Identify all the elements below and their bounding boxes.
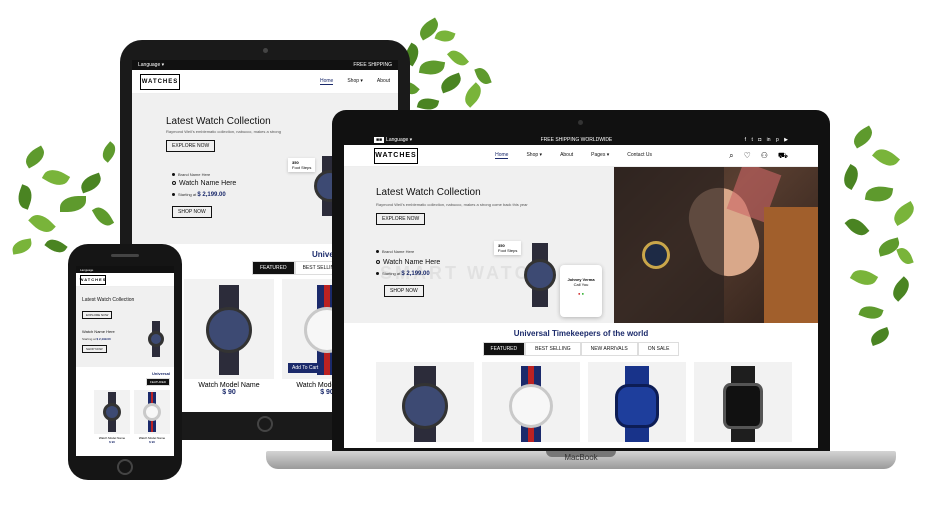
product-card[interactable]: Watch Model Name $ 90 [94, 390, 130, 444]
tablet-nav: WATCHES Home Shop ▾ About [132, 70, 398, 94]
site-logo[interactable]: WATCHES [140, 73, 180, 90]
tablet-home-button [257, 416, 273, 432]
phone-tabs: FEATURED [76, 378, 174, 386]
product-card[interactable] [694, 362, 792, 442]
pinterest-icon[interactable]: p [776, 137, 779, 143]
cart-icon[interactable]: ⛟ [778, 151, 788, 161]
nav-home[interactable]: Home [319, 78, 334, 85]
tablet-menu: Home Shop ▾ About [319, 78, 390, 85]
language-selector[interactable]: Language [80, 268, 93, 272]
tab-best-selling[interactable]: BEST SELLING [525, 342, 581, 356]
shipping-banner: FREE SHIPPING WORLDWIDE [540, 136, 613, 143]
tab-on-sale[interactable]: ON SALE [637, 342, 680, 356]
nav-shop[interactable]: Shop ▾ [526, 152, 542, 159]
tab-featured[interactable]: FEATURED [252, 261, 295, 275]
product-card[interactable]: Watch Model Name $ 90 [134, 390, 170, 444]
hero-lifestyle-photo [614, 167, 818, 323]
hero-watch-image [146, 321, 166, 357]
tab-featured[interactable]: FEATURED [146, 378, 170, 386]
search-icon[interactable]: ⌕ [729, 151, 733, 161]
product-name[interactable]: Watch Model Name [184, 382, 274, 389]
tab-new-arrivals[interactable]: NEW ARRIVALS [580, 342, 638, 356]
language-selector[interactable]: Language ▾ [138, 62, 164, 68]
laptop-nav: WATCHES Home Shop ▾ About Pages ▾ Contac… [344, 145, 818, 167]
phone-topbar: Language [76, 266, 174, 273]
site-logo[interactable]: WATCHES [374, 147, 418, 164]
laptop-base: MacBook [266, 451, 896, 469]
language-selector[interactable]: ■■ Language ▾ [374, 136, 412, 143]
watch-name: Watch Name Here [82, 329, 115, 334]
explore-button[interactable]: EXPLORE NOW [166, 140, 216, 152]
steps-widget: 350 Foot Steps [494, 241, 522, 255]
youtube-icon[interactable]: ▶ [784, 137, 788, 143]
incoming-call-widget: Johney Verma Call You ● ● [560, 265, 602, 317]
shop-now-button[interactable]: SHOP NOW [172, 206, 212, 218]
explore-button[interactable]: EXPLORE NOW [82, 311, 113, 319]
phone-home-button [117, 459, 133, 475]
flag-icon: ■■ [374, 136, 385, 143]
nav-shop[interactable]: Shop ▾ [347, 78, 363, 85]
brand-label: Brand Name Here [172, 172, 210, 177]
starting-at: Starting at $ 2,199.00 [172, 192, 226, 198]
facebook-icon[interactable]: f [745, 137, 746, 143]
accept-call-icon[interactable]: ● [582, 291, 584, 296]
laptop-screen: ■■ Language ▾ FREE SHIPPING WORLDWIDE f t… [344, 134, 818, 448]
add-to-cart-button[interactable]: Add To Cart [288, 363, 323, 373]
tab-featured[interactable]: FEATURED [482, 342, 526, 356]
nav-about[interactable]: About [377, 78, 390, 85]
laptop-menu: Home Shop ▾ About Pages ▾ Contact Us [495, 152, 652, 159]
section-title: Universal Timekeepers of the world [513, 329, 649, 338]
nav-contact[interactable]: Contact Us [627, 152, 652, 159]
laptop-topbar: ■■ Language ▾ FREE SHIPPING WORLDWIDE f t… [344, 134, 818, 145]
watch-name: Watch Name Here [172, 180, 236, 187]
laptop-product-grid [344, 356, 818, 442]
shop-now-button[interactable]: SHOP NOW [384, 285, 424, 297]
showcase-stage: Language ▾ FREE SHIPPING WATCHES Home Sh… [0, 0, 936, 508]
product-price: $ 90 [149, 440, 155, 444]
product-card[interactable] [376, 362, 474, 442]
header-actions: ⌕ ♡ ⚇ ⛟ [729, 151, 788, 161]
phone-nav: WATCHES [76, 273, 174, 287]
product-price: $ 90 [109, 440, 115, 444]
laptop-tabs: FEATURED BEST SELLING NEW ARRIVALS ON SA… [344, 342, 818, 356]
hero-title: Latest Watch Collection [82, 297, 135, 303]
nav-pages[interactable]: Pages ▾ [591, 152, 609, 159]
explore-button[interactable]: EXPLORE NOW [376, 213, 426, 225]
shop-now-button[interactable]: SHOP NOW [82, 345, 107, 353]
laptop-brand-label: MacBook [564, 453, 598, 462]
phone-screen: Language WATCHES Latest Watch Collection… [76, 266, 174, 456]
starting-at: Starting at $ 2,199.00 [82, 337, 111, 341]
tablet-camera [263, 48, 268, 53]
product-price: $ 90 [222, 389, 236, 396]
phone-hero: Latest Watch Collection EXPLORE NOW Watc… [76, 287, 174, 367]
instagram-icon[interactable]: ◘ [758, 137, 761, 143]
hero-watch-image [520, 243, 560, 307]
product-card[interactable] [482, 362, 580, 442]
account-icon[interactable]: ⚇ [761, 151, 768, 161]
phone-device: Language WATCHES Latest Watch Collection… [68, 244, 182, 480]
social-links: f t ◘ in p ▶ [741, 137, 788, 143]
laptop-camera [578, 120, 583, 125]
phone-product-grid: Watch Model Name $ 90 Watch Model Name $… [76, 386, 174, 444]
decline-call-icon[interactable]: ● [578, 291, 580, 296]
nav-home[interactable]: Home [495, 152, 509, 159]
twitter-icon[interactable]: t [751, 137, 752, 143]
wishlist-icon[interactable]: ♡ [744, 151, 751, 161]
product-card[interactable]: Watch Model Name $ 90 [184, 279, 274, 396]
linkedin-icon[interactable]: in [767, 137, 771, 143]
product-card[interactable] [588, 362, 686, 442]
site-logo[interactable]: WATCHES [80, 274, 106, 285]
shipping-banner: FREE SHIPPING [353, 62, 392, 68]
tablet-topbar: Language ▾ FREE SHIPPING [132, 60, 398, 70]
section-title: Universal [151, 371, 170, 376]
nav-about[interactable]: About [560, 152, 573, 159]
laptop-device: ■■ Language ▾ FREE SHIPPING WORLDWIDE f t… [332, 110, 830, 452]
phone-speaker [111, 254, 139, 257]
brand-label: Brand Name Here [376, 249, 414, 254]
